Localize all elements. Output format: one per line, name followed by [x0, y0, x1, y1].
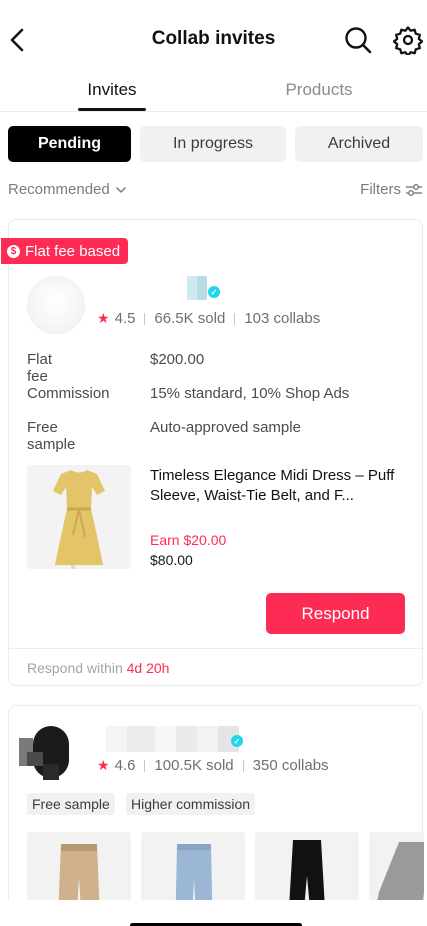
seller-rating: 4.5 — [114, 310, 136, 327]
term-value: Auto-approved sample — [150, 419, 301, 436]
respond-button[interactable]: Respond — [266, 593, 405, 634]
seller-avatar[interactable] — [19, 724, 83, 780]
tag-higher-commission: Higher commission — [126, 793, 256, 815]
top-bar: Collab invites — [0, 0, 427, 80]
seller-name-redacted — [187, 276, 207, 300]
active-tab-indicator — [78, 108, 146, 111]
term-value: $200.00 — [150, 351, 205, 368]
pixelated-avatar — [19, 724, 83, 780]
term-value: 15% standard, 10% Shop Ads — [150, 385, 350, 402]
star-icon: ★ — [97, 757, 110, 773]
tag-free-sample: Free sample — [27, 793, 115, 815]
dress-image — [27, 465, 131, 569]
gear-icon — [392, 26, 424, 57]
sort-dropdown[interactable]: Recommended — [8, 181, 126, 198]
status-filter-group: Pending In progress Archived — [8, 126, 423, 162]
product-price: $80.00 — [150, 552, 193, 568]
flat-fee-badge: $ Flat fee based — [1, 238, 129, 264]
chevron-down-icon — [115, 186, 126, 193]
verified-icon: ✓ — [208, 286, 220, 298]
tab-bar: Invites Products — [0, 72, 427, 112]
seller-rating: 4.6 — [114, 757, 136, 774]
filters-label: Filters — [360, 181, 401, 198]
filter-in-progress[interactable]: In progress — [140, 126, 286, 162]
product-name[interactable]: Timeless Elegance Midi Dress – Puff Slee… — [150, 466, 408, 506]
badge-label: Flat fee based — [25, 242, 121, 260]
divider — [144, 759, 146, 772]
respond-deadline: Respond within 4d 20h — [27, 660, 169, 676]
divider — [144, 312, 146, 325]
divider — [9, 648, 424, 649]
seller-stats: ★ 4.5 66.5K sold 103 collabs — [97, 310, 320, 327]
seller-stats: ★ 4.6 100.5K sold 350 collabs — [97, 757, 329, 774]
term-label: Flat fee — [27, 351, 53, 385]
search-button[interactable] — [343, 25, 373, 55]
filters-button[interactable]: Filters — [360, 181, 423, 198]
seller-avatar[interactable] — [27, 276, 85, 334]
term-label: Free sample — [27, 419, 76, 453]
star-icon: ★ — [97, 310, 110, 326]
sort-bar: Recommended Filters — [8, 180, 423, 202]
product-earn: Earn $20.00 — [150, 532, 227, 548]
sliders-icon — [406, 183, 422, 196]
divider — [242, 759, 244, 772]
filter-archived[interactable]: Archived — [295, 126, 423, 162]
term-label: Commission — [27, 385, 110, 402]
respond-within-label: Respond within — [27, 660, 123, 676]
tab-products[interactable]: Products — [268, 80, 370, 100]
seller-collabs: 103 collabs — [244, 310, 321, 327]
product-image[interactable] — [27, 465, 131, 569]
filter-pending[interactable]: Pending — [8, 126, 131, 162]
seller-sold: 66.5K sold — [154, 310, 226, 327]
invite-card[interactable]: $ Flat fee based ✓ ★ 4.5 66.5K sold 103 … — [1, 219, 424, 686]
dollar-icon: $ — [7, 244, 20, 258]
search-icon — [345, 27, 372, 54]
sort-label: Recommended — [8, 181, 110, 198]
settings-button[interactable] — [392, 25, 424, 57]
seller-collabs: 350 collabs — [252, 757, 329, 774]
respond-within-time: 4d 20h — [126, 660, 170, 676]
tab-invites[interactable]: Invites — [78, 80, 146, 100]
seller-name-redacted — [99, 726, 239, 752]
divider — [234, 312, 236, 325]
invite-card[interactable]: ✓ ★ 4.6 100.5K sold 350 collabs Free sam… — [8, 705, 424, 926]
verified-icon: ✓ — [231, 735, 243, 747]
seller-sold: 100.5K sold — [154, 757, 234, 774]
